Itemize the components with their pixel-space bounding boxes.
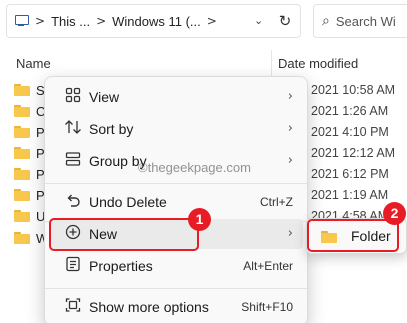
search-placeholder: Search Wi xyxy=(335,13,396,29)
properties-icon xyxy=(63,256,83,276)
menu-item-shortcut: Shift+F10 xyxy=(241,300,293,314)
menu-item-label: Properties xyxy=(89,258,153,274)
menu-separator xyxy=(45,288,307,289)
step-badge-2: 2 xyxy=(383,202,406,225)
menu-separator xyxy=(45,183,307,184)
file-row[interactable]: P xyxy=(14,143,45,163)
refresh-icon[interactable]: ↻ xyxy=(275,11,295,31)
watermark: ©thegeekpage.com xyxy=(138,160,251,175)
menu-item-shortcut: Ctrl+Z xyxy=(260,195,293,209)
folder-icon xyxy=(14,168,30,180)
breadcrumb-windows-drive[interactable]: Windows 11 (... xyxy=(112,14,201,29)
menu-item-view[interactable]: View › xyxy=(51,82,303,112)
file-row[interactable]: P xyxy=(14,122,45,142)
file-date: 2021 4:10 PM xyxy=(311,125,389,139)
context-menu: View › Sort by › Group by › Undo Delete … xyxy=(44,76,308,323)
folder-icon xyxy=(14,84,30,96)
view-grid-icon xyxy=(63,87,83,107)
column-header-name[interactable]: Name xyxy=(16,56,51,71)
folder-icon xyxy=(14,232,30,244)
folder-icon xyxy=(14,105,30,117)
search-box[interactable]: ⌕ Search Wi xyxy=(313,4,407,38)
menu-item-label: Undo Delete xyxy=(89,194,167,210)
file-row[interactable]: P xyxy=(14,164,45,184)
breadcrumb-this-pc[interactable]: This ... xyxy=(51,14,90,29)
menu-item-properties[interactable]: Properties Alt+Enter xyxy=(51,251,303,281)
address-bar[interactable]: > This ... > Windows 11 (... > ⌄ ↻ xyxy=(6,4,301,38)
highlight-box-folder xyxy=(307,219,399,252)
chevron-right-icon: › xyxy=(287,89,293,104)
menu-item-label: View xyxy=(89,89,120,105)
folder-icon xyxy=(14,147,30,159)
file-row[interactable]: O xyxy=(14,101,46,121)
breadcrumb-separator-icon: > xyxy=(35,14,46,28)
group-icon xyxy=(63,151,83,171)
breadcrumb-separator-icon: > xyxy=(96,14,107,28)
folder-icon xyxy=(14,126,30,138)
chevron-right-icon: › xyxy=(287,226,293,241)
folder-icon xyxy=(14,210,30,222)
menu-item-undo-delete[interactable]: Undo Delete Ctrl+Z xyxy=(51,187,303,217)
sort-icon xyxy=(63,119,83,139)
menu-item-show-more-options[interactable]: Show more options Shift+F10 xyxy=(51,292,303,322)
file-date: 2021 1:26 AM xyxy=(311,104,389,118)
breadcrumb-separator-icon: > xyxy=(206,14,217,28)
folder-icon xyxy=(14,189,30,201)
column-divider[interactable] xyxy=(271,50,272,76)
file-date: 2021 6:12 PM xyxy=(311,167,389,181)
file-date: 2021 10:58 AM xyxy=(311,83,396,97)
undo-icon xyxy=(63,192,83,212)
chevron-right-icon: › xyxy=(287,153,293,168)
menu-item-label: Show more options xyxy=(89,299,209,315)
search-icon: ⌕ xyxy=(322,13,330,29)
file-row[interactable]: P xyxy=(14,185,45,205)
column-header-date-modified[interactable]: Date modified xyxy=(278,56,358,71)
menu-item-label: Sort by xyxy=(89,121,134,137)
chevron-down-icon[interactable]: ⌄ xyxy=(254,14,263,27)
more-options-icon xyxy=(63,297,83,317)
highlight-box-new xyxy=(49,218,199,251)
file-date: 2021 12:12 AM xyxy=(311,146,396,160)
file-row[interactable]: S xyxy=(14,80,45,100)
this-pc-icon xyxy=(15,15,29,27)
step-badge-1: 1 xyxy=(188,208,211,231)
menu-item-sort-by[interactable]: Sort by › xyxy=(51,114,303,144)
chevron-right-icon: › xyxy=(287,121,293,136)
menu-item-shortcut: Alt+Enter xyxy=(243,259,293,273)
file-date: 2021 1:19 AM xyxy=(311,188,389,202)
file-row[interactable]: U xyxy=(14,206,45,226)
